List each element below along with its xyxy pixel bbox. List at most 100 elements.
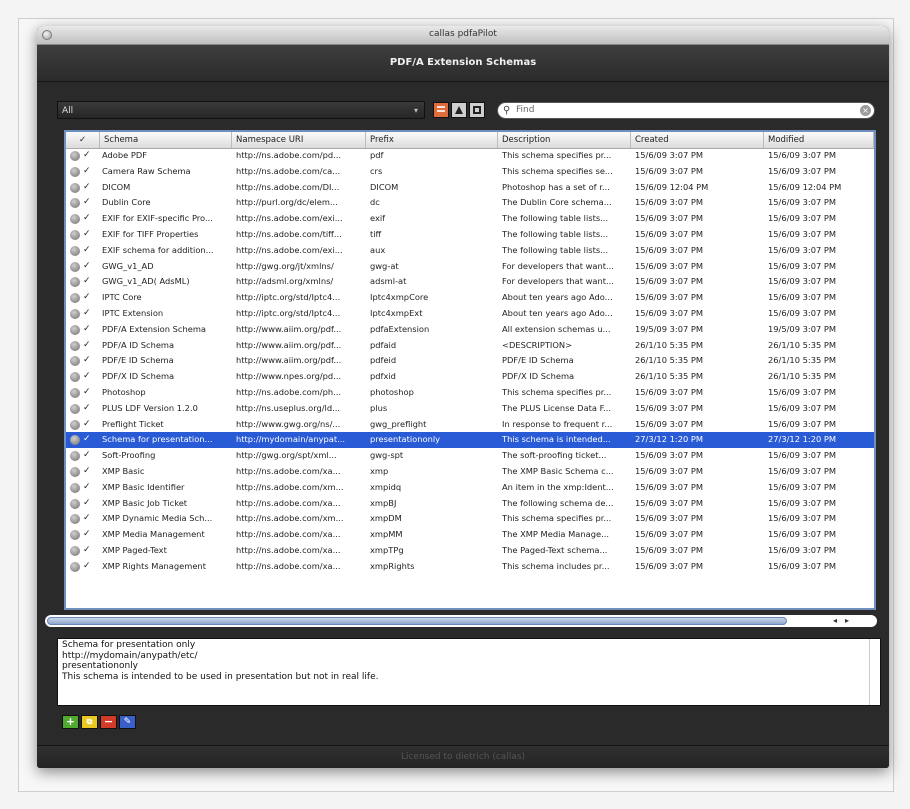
enabled-checkmark[interactable]: ✓: [83, 211, 91, 227]
cell-prefix: presentationonly: [370, 434, 441, 445]
enabled-checkmark[interactable]: ✓: [83, 527, 91, 543]
triangle-view-icon[interactable]: [451, 102, 467, 118]
cell-created: 15/6/09 3:07 PM: [635, 450, 704, 461]
table-row[interactable]: ✓ PDF/A ID Schema http://www.aiim.org/pdf.…: [66, 338, 874, 354]
cell-created: 15/6/09 3:07 PM: [635, 402, 704, 413]
enabled-checkmark[interactable]: ✓: [83, 432, 91, 448]
cell-prefix: pdf: [370, 150, 384, 160]
enabled-checkmark[interactable]: ✓: [83, 338, 91, 354]
column-prefix[interactable]: Prefix: [366, 132, 498, 148]
table-row[interactable]: ✓ Camera Raw Schema http://ns.adobe.com/ca…: [66, 164, 874, 180]
scroll-right-icon[interactable]: ▸: [845, 615, 849, 627]
enabled-checkmark[interactable]: ✓: [83, 559, 91, 575]
enabled-checkmark[interactable]: ✓: [83, 306, 91, 322]
table-row[interactable]: ✓ XMP Media Management http://ns.adobe.com…: [66, 527, 874, 543]
cell-uri: http://gwg.org/jt/xmlns/: [236, 260, 334, 271]
enabled-checkmark[interactable]: ✓: [83, 543, 91, 559]
enabled-checkmark[interactable]: ✓: [83, 227, 91, 243]
column-description[interactable]: Description: [498, 132, 631, 148]
cell-description: The following table lists...: [502, 228, 609, 239]
table-row[interactable]: ✓ GWG_v1_AD( AdsML) http://adsml.org/xmlns…: [66, 274, 874, 290]
table-row[interactable]: ✓ PDF/X ID Schema http://www.npes.org/pd..…: [66, 369, 874, 385]
enabled-checkmark[interactable]: ✓: [83, 164, 91, 180]
schema-details: Schema for presentation only http://mydo…: [57, 638, 881, 706]
add-schema-button[interactable]: +: [62, 715, 79, 729]
cell-modified: 15/6/09 3:07 PM: [768, 386, 837, 397]
edit-schema-button[interactable]: ✎: [119, 715, 136, 729]
filter-dropdown[interactable]: All ▾: [57, 101, 425, 119]
table-row[interactable]: ✓ EXIF for TIFF Properties http://ns.adobe…: [66, 227, 874, 243]
cell-prefix: gwg-spt: [370, 450, 404, 461]
table-row[interactable]: ✓ Schema for presentation... http://mydoma…: [66, 432, 874, 449]
enabled-checkmark[interactable]: ✓: [83, 385, 91, 401]
license-text: Licensed to dietrich (callas): [400, 752, 526, 762]
cell-description: The XMP Basic Schema c...: [502, 465, 614, 476]
enabled-checkmark[interactable]: ✓: [83, 496, 91, 512]
status-dot-icon: [70, 530, 80, 541]
column-enabled[interactable]: ✓: [66, 132, 100, 148]
enabled-checkmark[interactable]: ✓: [83, 401, 91, 417]
table-row[interactable]: ✓ Dublin Core http://purl.org/dc/elem... dc…: [66, 195, 874, 211]
cell-uri: http://ns.adobe.com/exi...: [236, 213, 343, 224]
enabled-checkmark[interactable]: ✓: [83, 148, 91, 164]
remove-schema-button[interactable]: −: [100, 715, 117, 729]
table-row[interactable]: ✓ EXIF schema for addition... http://ns.ad…: [66, 243, 874, 259]
enabled-checkmark[interactable]: ✓: [83, 290, 91, 306]
enabled-checkmark[interactable]: ✓: [83, 353, 91, 369]
table-row[interactable]: ✓ Soft-Proofing http://gwg.org/spt/xml... g…: [66, 448, 874, 464]
column-schema[interactable]: Schema: [100, 132, 232, 148]
table-row[interactable]: ✓ PLUS LDF Version 1.2.0 http://ns.useplus…: [66, 401, 874, 417]
table-row[interactable]: ✓ PDF/A Extension Schema http://www.aiim.o…: [66, 322, 874, 338]
column-namespace-uri[interactable]: Namespace URI: [232, 132, 366, 148]
table-row[interactable]: ✓ IPTC Extension http://iptc.org/std/Iptc4…: [66, 306, 874, 322]
table-row[interactable]: ✓ Preflight Ticket http://www.gwg.org/ns/.…: [66, 417, 874, 433]
table-row[interactable]: ✓ DICOM http://ns.adobe.com/DI... DICOM Phot…: [66, 180, 874, 196]
enabled-checkmark[interactable]: ✓: [83, 448, 91, 464]
cell-modified: 15/6/09 3:07 PM: [768, 260, 837, 271]
table-row[interactable]: ✓ GWG_v1_AD http://gwg.org/jt/xmlns/gwg-at…: [66, 259, 874, 275]
status-dot-icon: [70, 324, 80, 335]
scroll-thumb[interactable]: [47, 617, 787, 625]
table-row[interactable]: ✓ XMP Basic http://ns.adobe.com/xa... xmp Th…: [66, 464, 874, 480]
cell-created: 15/6/09 3:07 PM: [635, 560, 704, 571]
square-view-icon[interactable]: [469, 102, 485, 118]
table-body: ✓ Adobe PDF http://ns.adobe.com/pd... pdf Th…: [66, 148, 874, 575]
enabled-checkmark[interactable]: ✓: [83, 243, 91, 259]
details-scrollbar[interactable]: [869, 639, 878, 705]
table-row[interactable]: ✓ Photoshop http://ns.adobe.com/ph... photo…: [66, 385, 874, 401]
enabled-checkmark[interactable]: ✓: [83, 259, 91, 275]
cell-schema: IPTC Extension: [102, 307, 164, 318]
table-row[interactable]: ✓ XMP Basic Identifier http://ns.adobe.com…: [66, 480, 874, 496]
horizontal-scrollbar[interactable]: ◂ ▸: [45, 615, 877, 627]
table-row[interactable]: ✓ XMP Paged-Text http://ns.adobe.com/xa...…: [66, 543, 874, 559]
status-dot-icon: [70, 245, 80, 256]
table-row[interactable]: ✓ XMP Basic Job Ticket http://ns.adobe.com…: [66, 496, 874, 512]
table-row[interactable]: ✓ XMP Rights Management http://ns.adobe.co…: [66, 559, 874, 575]
enabled-checkmark[interactable]: ✓: [83, 511, 91, 527]
cell-uri: http://ns.adobe.com/DI...: [236, 181, 340, 192]
table-row[interactable]: ✓ IPTC Core http://iptc.org/std/Iptc4... Ip…: [66, 290, 874, 306]
table-row[interactable]: ✓ PDF/E ID Schema http://www.aiim.org/pdf.…: [66, 353, 874, 369]
search-input[interactable]: ⚲ Find ×: [497, 102, 875, 119]
enabled-checkmark[interactable]: ✓: [83, 180, 91, 196]
table-row[interactable]: ✓ XMP Dynamic Media Sch... http://ns.adobe…: [66, 511, 874, 527]
cell-description: This schema includes pr...: [502, 560, 610, 571]
table-row[interactable]: ✓ EXIF for EXIF-specific Pro... http://ns.…: [66, 211, 874, 227]
enabled-checkmark[interactable]: ✓: [83, 464, 91, 480]
enabled-checkmark[interactable]: ✓: [83, 369, 91, 385]
clear-search-icon[interactable]: ×: [860, 105, 871, 116]
duplicate-schema-button[interactable]: ⧉: [81, 715, 98, 729]
enabled-checkmark[interactable]: ✓: [83, 274, 91, 290]
scroll-left-icon[interactable]: ◂: [833, 615, 837, 627]
enabled-checkmark[interactable]: ✓: [83, 322, 91, 338]
table-row[interactable]: ✓ Adobe PDF http://ns.adobe.com/pd... pdf Th…: [66, 148, 874, 164]
column-created[interactable]: Created: [631, 132, 764, 148]
cell-uri: http://ns.adobe.com/xa...: [236, 465, 341, 476]
status-dot-icon: [70, 514, 80, 525]
column-modified[interactable]: Modified: [764, 132, 874, 148]
cell-uri: http://ns.adobe.com/xa...: [236, 497, 341, 508]
list-view-icon[interactable]: [433, 102, 449, 118]
enabled-checkmark[interactable]: ✓: [83, 417, 91, 433]
enabled-checkmark[interactable]: ✓: [83, 195, 91, 211]
enabled-checkmark[interactable]: ✓: [83, 480, 91, 496]
